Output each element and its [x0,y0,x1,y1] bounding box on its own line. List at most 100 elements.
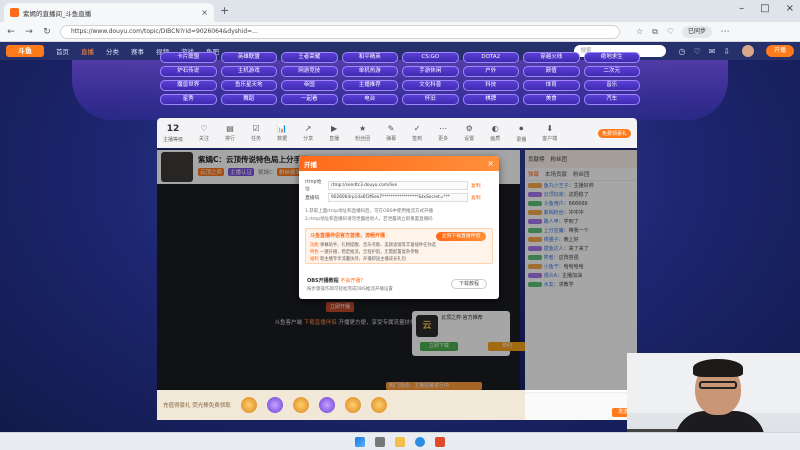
category-tag[interactable]: 音乐 [583,80,640,91]
room-toolbar-item[interactable]: ◐ 画质 [490,124,500,142]
category-tag[interactable]: 科技 [462,80,519,91]
file-explorer-icon[interactable] [395,436,405,447]
category-tag[interactable]: 二次元 [583,66,640,77]
category-tag[interactable]: 星秀 [160,94,217,105]
category-tag[interactable]: 颜值 [523,66,580,77]
gift-icon[interactable] [344,397,361,413]
category-tag[interactable]: 鱼乐星天地 [220,80,277,91]
category-tag[interactable]: 魔兽世界 [160,80,217,91]
room-toolbar-item[interactable]: ⬇ 客户端 [542,124,557,142]
avatar[interactable] [742,45,754,57]
refresh-icon[interactable]: ↻ [42,27,52,37]
category-tag[interactable]: 主播推荐 [341,80,398,91]
category-tag[interactable]: 炉石传说 [160,66,217,77]
category-tag[interactable]: 和平精英 [341,52,398,63]
category-tag[interactable]: 棋牌 [462,94,519,105]
history-icon[interactable]: ◷ [678,47,685,56]
room-toolbar-item[interactable]: ↗ 分享 [303,124,313,142]
room-toolbar-item[interactable]: ▶ 直播 [329,124,339,142]
back-icon[interactable]: ← [6,27,16,37]
nav-live[interactable]: 直播 [81,46,94,56]
extensions-icon[interactable]: ⧉ [652,27,658,37]
chat-input[interactable]: 发送 [525,392,637,420]
category-tag[interactable]: 王者荣耀 [281,52,338,63]
nav-home[interactable]: 首页 [56,46,69,56]
favorites-icon[interactable]: ♡ [667,27,674,37]
category-tag[interactable]: 一起看 [281,94,338,105]
douyu-app-icon[interactable] [435,436,445,447]
forward-icon[interactable]: → [24,27,34,37]
close-icon[interactable]: × [201,8,208,17]
copy-server-button[interactable]: 复制 [471,182,481,189]
anchor-level-label: 主播等级 [163,136,184,143]
category-tag[interactable]: 绝地求生 [583,52,640,63]
server-field[interactable]: rtmp://sendtc3.douyu.com/live [328,180,468,190]
maximize-icon[interactable]: □ [760,3,769,14]
category-tag[interactable]: 户外 [462,66,519,77]
category-tag[interactable]: DOTA2 [462,52,519,63]
category-tag[interactable]: 英雄联盟 [220,52,277,63]
category-tag[interactable]: 网游竞技 [281,66,338,77]
gift-icon[interactable] [370,397,387,413]
minimize-icon[interactable]: – [739,3,744,14]
search-icon[interactable] [375,436,385,447]
anchor-level: 12 主播等级 [163,124,183,143]
nav-events[interactable]: 赛事 [131,46,144,56]
room-toolbar-item[interactable]: ⋯ 更多 [438,124,448,142]
download-tutorial-button[interactable]: 下载教程 [451,279,487,289]
gift-icon[interactable] [266,397,283,413]
room-toolbar-item[interactable]: ⏺ 录播 [516,124,526,143]
close-icon[interactable]: × [487,159,494,168]
category-tag[interactable]: 手游休闲 [402,66,459,77]
toolbar-item-label: 分享 [303,136,314,142]
windows-start-icon[interactable] [355,436,365,447]
category-tag[interactable]: 怀旧 [402,94,459,105]
category-tag[interactable]: 美食 [523,94,580,105]
copy-key-button[interactable]: 复制 [471,194,481,201]
category-tag[interactable]: 单机热游 [341,66,398,77]
category-tag[interactable]: 穿越火线 [523,52,580,63]
room-toolbar-item[interactable]: 📊 数据 [277,124,287,142]
star-icon[interactable]: ☆ [636,27,643,37]
edge-browser-icon[interactable] [415,436,425,447]
download-companion-button[interactable]: 立刻下载直播伴侣 [436,232,486,241]
room-toolbar-item[interactable]: ✓ 签到 [412,124,422,142]
toolbar-item-icon: ★ [359,124,367,133]
category-tag[interactable]: 汽车 [583,94,640,105]
download-icon[interactable]: ⇩ [723,47,730,56]
toolbar-item-label: 更多 [438,136,449,142]
category-tag[interactable]: 舞蹈 [220,94,277,105]
new-tab-icon[interactable]: + [220,4,229,17]
follow-icon[interactable]: ♡ [693,47,700,56]
key-label: 直播码 [305,196,320,201]
category-tag[interactable]: 主机游戏 [220,66,277,77]
category-tag[interactable]: 卡片联盟 [160,52,217,63]
close-window-icon[interactable]: × [786,3,794,14]
free-gift-button[interactable]: 免费领豪礼 [597,128,631,138]
menu-icon[interactable]: ⋯ [720,27,730,37]
category-tag[interactable]: 文化科普 [402,80,459,91]
go-live-button[interactable]: 开播 [766,45,794,57]
category-tag[interactable]: 体育 [523,80,580,91]
gift-icon[interactable] [240,397,257,413]
room-toolbar-item[interactable]: ▤ 排行 [225,124,235,142]
room-toolbar-item[interactable]: ✎ 弹幕 [386,124,396,142]
nav-category[interactable]: 分类 [106,46,119,56]
profile-button[interactable]: 已同步 [682,25,713,38]
room-toolbar-item[interactable]: ♡ 关注 [199,124,209,142]
category-tag[interactable]: 帝国 [281,80,338,91]
gift-icon[interactable] [292,397,309,413]
room-toolbar-item[interactable]: ★ 粉丝团 [355,124,370,142]
category-tag[interactable]: CS:GO [402,52,459,63]
giftbar-text[interactable]: 充值得豪礼 荧光棒免费领取 [163,401,231,409]
url-input[interactable]: https://www.douyu.com/topic/DIBCN?rid=90… [60,24,620,39]
toolbar-item-icon: ⬇ [546,124,554,133]
message-icon[interactable]: ✉ [709,47,716,56]
category-tag[interactable]: 电台 [341,94,398,105]
site-logo[interactable]: 斗鱼 [6,45,44,57]
room-toolbar-item[interactable]: ☑ 任务 [251,124,261,142]
room-toolbar-item[interactable]: ⚙ 设置 [464,124,474,142]
key-field[interactable]: 9026064rp14a6f3f6ee7*****************&tx… [328,193,468,202]
browser-tab[interactable]: 紫嫣的直播间_斗鱼直播 × [4,3,214,22]
gift-icon[interactable] [318,397,335,413]
